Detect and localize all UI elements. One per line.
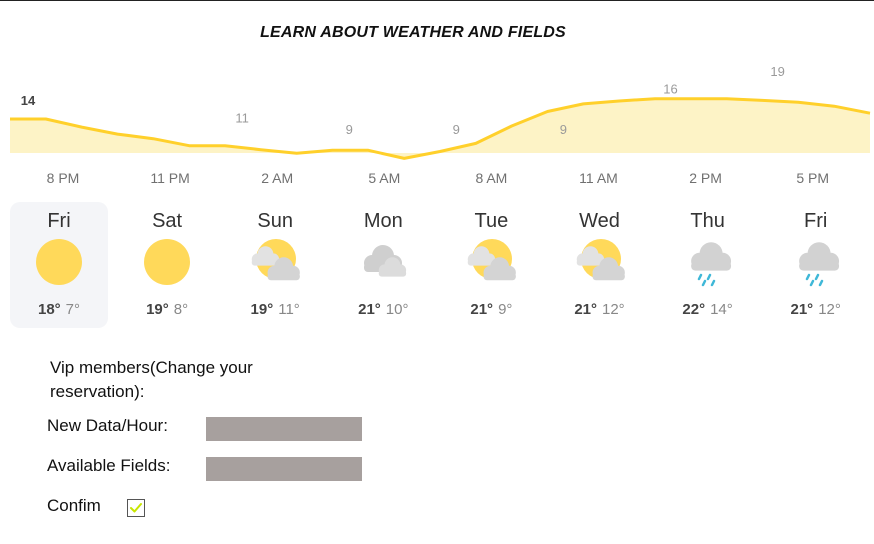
day-name: Wed [579, 210, 620, 232]
low-temperature: 12° [818, 301, 841, 318]
temperature-value-label: 19 [770, 64, 784, 79]
day-card-thu[interactable]: Thu 22° 14° [659, 202, 757, 328]
day-card-wed[interactable]: Wed 21° 12° [551, 202, 649, 328]
top-border [0, 0, 874, 1]
temperature-value-label: 14 [21, 93, 36, 108]
partly-cloudy-icon [466, 237, 517, 287]
hour-label: 8 AM [475, 170, 508, 186]
confirm-label: Confim [47, 496, 101, 515]
low-temperature: 11° [278, 301, 300, 318]
sun-icon [34, 237, 84, 287]
temperature-value-label: 9 [453, 122, 460, 137]
day-name: Fri [47, 210, 71, 232]
partly-cloudy-icon [575, 237, 625, 287]
rain-icon [791, 237, 841, 287]
low-temperature: 7° [65, 301, 81, 318]
low-temperature: 14° [710, 301, 733, 318]
day-temperatures: 22° 14° [659, 301, 757, 318]
temperature-area [10, 98, 870, 159]
confirm-checkbox[interactable] [127, 499, 145, 517]
high-temperature: 21° [574, 301, 597, 318]
day-temperatures: 19° 11° [226, 301, 324, 318]
daily-forecast-row: Fri 18° 7° Sat 19° 8° Sun 19° 11° Mon 21° 10° Tue 21°… [10, 202, 874, 328]
day-card-tue[interactable]: Tue 21° 9° [442, 202, 540, 328]
day-name: Thu [690, 210, 725, 232]
low-temperature: 8° [173, 301, 189, 318]
hour-label: 5 AM [368, 170, 401, 186]
day-temperatures: 18° 7° [10, 301, 108, 318]
day-name: Sat [152, 210, 183, 232]
hour-label: 11 PM [150, 170, 190, 186]
hour-label: 5 PM [796, 170, 830, 186]
day-card-sun[interactable]: Sun 19° 11° [226, 202, 324, 328]
day-name: Tue [474, 210, 509, 232]
day-temperatures: 21° 12° [551, 301, 649, 318]
temperature-value-label: 11 [235, 110, 249, 125]
temperature-value-label: 16 [663, 81, 677, 96]
page-title: LEARN ABOUT WEATHER AND FIELDS [260, 24, 566, 41]
high-temperature: 21° [790, 301, 814, 318]
high-temperature: 19° [250, 301, 274, 318]
low-temperature: 12° [602, 301, 625, 318]
high-temperature: 19° [146, 301, 169, 318]
day-name: Fri [804, 210, 828, 232]
temperature-value-label: 9 [346, 122, 353, 137]
hour-label: 2 AM [261, 170, 294, 186]
day-temperatures: 21° 9° [442, 301, 540, 318]
high-temperature: 22° [682, 301, 706, 318]
vip-heading: Vip members(Change your reservation): [50, 358, 253, 401]
high-temperature: 21° [358, 301, 381, 318]
hour-label: 11 AM [579, 170, 618, 186]
cloud-icon [358, 237, 408, 287]
hour-label: 2 PM [689, 170, 722, 186]
new-data-input[interactable] [206, 417, 362, 441]
sun-icon [142, 237, 192, 287]
low-temperature: 10° [385, 301, 409, 318]
checkmark-icon [130, 503, 142, 513]
low-temperature: 9° [498, 301, 513, 318]
day-card-mon[interactable]: Mon 21° 10° [334, 202, 432, 328]
available-fields-input[interactable] [206, 457, 362, 481]
day-card-fri[interactable]: Fri 18° 7° [10, 202, 108, 328]
temperature-value-label: 9 [560, 122, 567, 137]
day-temperatures: 21° 12° [767, 301, 865, 318]
day-temperatures: 21° 10° [334, 301, 432, 318]
day-name: Sun [257, 210, 293, 232]
partly-cloudy-icon [250, 237, 301, 287]
high-temperature: 18° [37, 301, 61, 318]
hour-labels-row: 8 PM 11 PM 2 AM 5 AM 8 AM 11 AM 2 PM 5 PM [0, 170, 874, 190]
day-name: Mon [363, 210, 403, 232]
hourly-temperature-chart: 1411999161918 [10, 64, 871, 160]
day-card-sat[interactable]: Sat 19° 8° [118, 202, 216, 328]
rain-icon [683, 237, 733, 287]
available-fields-label: Available Fields: [47, 456, 171, 475]
hour-label: 8 PM [46, 170, 80, 186]
high-temperature: 21° [470, 301, 494, 318]
day-temperatures: 19° 8° [118, 301, 216, 318]
day-card-fri[interactable]: Fri 21° 12° [767, 202, 865, 328]
new-data-label: New Data/Hour: [47, 416, 168, 435]
